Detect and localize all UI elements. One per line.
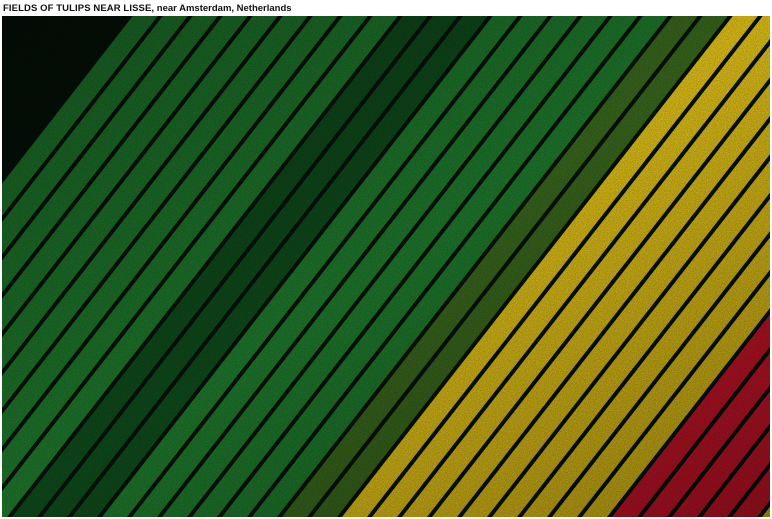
caption-title: FIELDS OF TULIPS NEAR LISSE, (3, 3, 155, 14)
tulip-field-image (2, 16, 770, 517)
photo-caption: FIELDS OF TULIPS NEAR LISSE, near Amster… (3, 2, 292, 16)
caption-location: near Amsterdam, Netherlands (156, 3, 292, 14)
tulip-field-photo (2, 16, 770, 517)
